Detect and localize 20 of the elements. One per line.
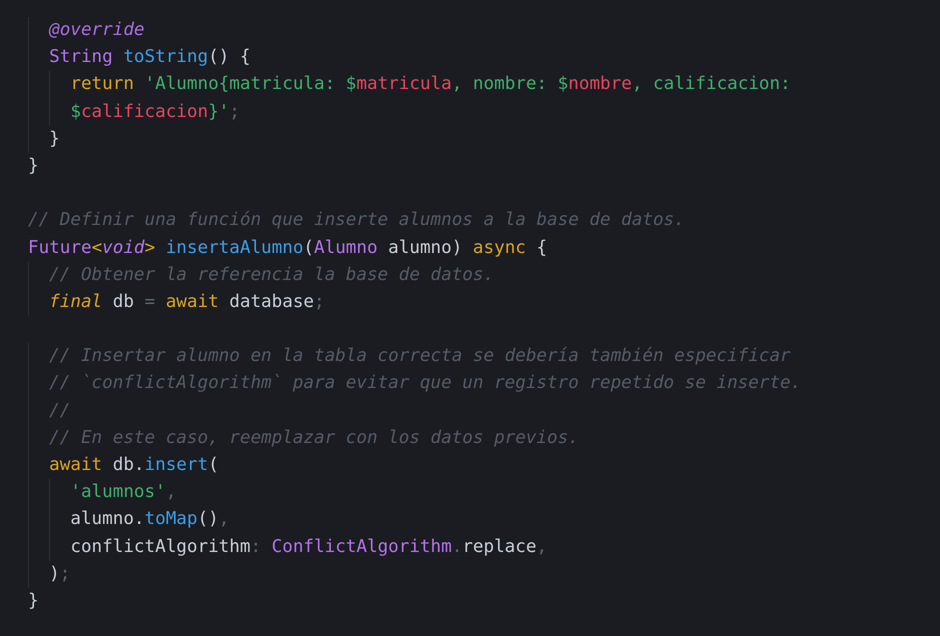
code-line: String toString() { <box>48 46 250 70</box>
code-line: final db = await database; <box>48 290 325 314</box>
code-line: ); <box>48 562 70 586</box>
code-comment: // Obtener la referencia la base de datos. <box>48 264 494 287</box>
code-comment: // `conflictAlgorithm` para evitar que un registro repetido se inserte. <box>48 372 802 396</box>
code-comment: // En este caso, reemplazar con los datos previos. <box>48 426 579 450</box>
code-line: alumno.toMap(), <box>69 508 230 532</box>
code-line: Future<void> insertaAlumno(Alumno alumno) async { <box>28 236 548 260</box>
code-line: conflictAlgorithm: ConflictAlgorithm.replace, <box>69 536 548 559</box>
code-line: await db.insert( <box>48 454 219 477</box>
code-line: @override <box>48 19 145 42</box>
code-line: 'alumnos', <box>69 481 176 504</box>
code-line: } <box>28 590 39 613</box>
code-line: return 'Alumno{matricula: $matricula, nombre: $nombre, calificacion: <box>69 73 791 96</box>
code-comment: // Insertar alumno en la tabla correcta se debería también especificar <box>48 345 791 368</box>
code-comment: // Definir una función que inserte alumnos a la base de datos. <box>28 209 685 232</box>
code-comment: // <box>48 400 70 423</box>
code-line: } <box>48 128 60 151</box>
code-line: } <box>28 154 39 178</box>
code-line: $calificacion}'; <box>69 100 240 124</box>
